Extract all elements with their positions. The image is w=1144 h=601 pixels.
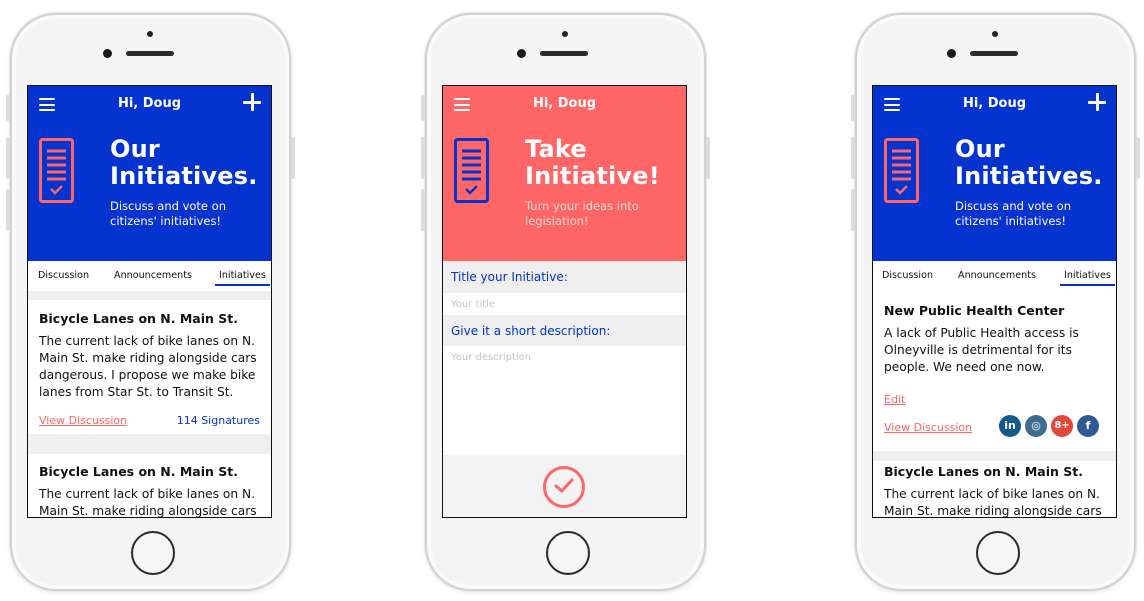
proximity-sensor (147, 31, 153, 37)
card-body: A lack of Public Health access is Olneyv… (884, 326, 1079, 374)
tab-bar: Discussion Announcements Initiatives (873, 261, 1116, 291)
card-title: Bicycle Lanes on N. Main St. (39, 311, 238, 326)
volume-up-button (851, 137, 855, 179)
card-body: The current lack of bike lanes on N. Mai… (884, 487, 1102, 518)
tab-discussion[interactable]: Discussion (38, 270, 89, 281)
add-initiative-plus-icon[interactable] (1088, 93, 1106, 111)
home-button[interactable] (976, 531, 1020, 575)
google-plus-icon[interactable]: 8+ (1051, 415, 1073, 437)
check-icon (554, 478, 574, 493)
proximity-sensor (992, 31, 998, 37)
signature-count: 114 Signatures (176, 414, 260, 427)
greeting: Hi, Doug (962, 96, 1027, 111)
proximity-sensor (562, 31, 568, 37)
tab-bar: Discussion Announcements Initiatives (28, 261, 271, 291)
form-footer (443, 455, 686, 517)
document-icon (454, 138, 489, 203)
speaker-grille (540, 51, 588, 56)
mute-switch (421, 95, 425, 121)
description-input[interactable]: Your description (443, 346, 686, 457)
greeting: Hi, Doug (532, 96, 597, 111)
home-button[interactable] (546, 531, 590, 575)
card-title: Bicycle Lanes on N. Main St. (39, 464, 238, 479)
volume-down-button (421, 189, 425, 231)
edit-link[interactable]: Edit (884, 393, 905, 406)
tab-initiatives[interactable]: Initiatives (1060, 270, 1115, 286)
app-screen-initiatives: Hi, Doug Our Initiatives. Discuss and vo… (27, 85, 272, 518)
title-label: Title your Initiative: (443, 261, 686, 293)
power-button (706, 137, 710, 179)
tab-announcements[interactable]: Announcements (958, 270, 1036, 281)
linkedin-icon[interactable]: in (999, 415, 1021, 437)
view-discussion-link[interactable]: View Discussion (884, 421, 972, 434)
header: Hi, Doug Take Initiative! Turn your idea… (443, 86, 686, 261)
add-initiative-plus-icon[interactable] (243, 93, 261, 111)
instagram-icon[interactable]: ◎ (1025, 415, 1047, 437)
tab-announcements[interactable]: Announcements (114, 270, 192, 281)
volume-down-button (6, 189, 10, 231)
card-body: The current lack of bike lanes on N. Mai… (39, 334, 257, 399)
initiative-card[interactable]: Bicycle Lanes on N. Main St. The current… (28, 300, 271, 434)
facebook-icon[interactable]: f (1077, 415, 1099, 437)
document-icon (39, 138, 74, 203)
hero-subtitle: Discuss and vote on citizens' initiative… (110, 199, 226, 228)
initiative-card[interactable]: Bicycle Lanes on N. Main St. The current… (28, 454, 271, 518)
card-title: New Public Health Center (884, 303, 1065, 318)
card-title: Bicycle Lanes on N. Main St. (884, 464, 1083, 479)
submit-check-button[interactable] (543, 466, 585, 508)
hero-subtitle: Discuss and vote on citizens' initiative… (955, 199, 1071, 228)
volume-down-button (851, 189, 855, 231)
divider (873, 451, 1116, 461)
power-button (291, 137, 295, 179)
tab-discussion[interactable]: Discussion (882, 270, 933, 281)
phone-mockup-1: Hi, Doug Our Initiatives. Discuss and vo… (6, 13, 295, 591)
hero-title: Our Initiatives. (110, 135, 258, 190)
speaker-grille (970, 51, 1018, 56)
hero-title: Take Initiative! (525, 135, 660, 190)
hero-title: Our Initiatives. (955, 135, 1103, 190)
volume-up-button (421, 137, 425, 179)
initiative-card[interactable]: New Public Health Center A lack of Publi… (873, 291, 1116, 451)
mute-switch (6, 95, 10, 121)
app-screen-initiatives-detail: Hi, Doug Our Initiatives. Discuss and vo… (872, 85, 1117, 518)
view-discussion-link[interactable]: View Discussion (39, 414, 127, 427)
front-camera-icon (947, 49, 956, 58)
mute-switch (851, 95, 855, 121)
power-button (1136, 137, 1140, 179)
front-camera-icon (517, 49, 526, 58)
front-camera-icon (103, 49, 112, 58)
initiative-card[interactable]: Bicycle Lanes on N. Main St. The current… (873, 461, 1116, 518)
tab-initiatives[interactable]: Initiatives (215, 270, 270, 286)
volume-up-button (6, 137, 10, 179)
divider (28, 291, 271, 300)
title-input[interactable]: Your title (443, 293, 686, 315)
description-label: Give it a short description: (443, 315, 686, 346)
home-button[interactable] (131, 531, 175, 575)
greeting: Hi, Doug (117, 96, 182, 111)
document-icon (884, 138, 919, 203)
header: Hi, Doug Our Initiatives. Discuss and vo… (28, 86, 271, 261)
phone-mockup-3: Hi, Doug Our Initiatives. Discuss and vo… (851, 13, 1140, 591)
app-screen-take-initiative: Hi, Doug Take Initiative! Turn your idea… (442, 85, 687, 518)
speaker-grille (126, 51, 174, 56)
phone-mockup-2: Hi, Doug Take Initiative! Turn your idea… (421, 13, 710, 591)
divider (28, 434, 271, 454)
header: Hi, Doug Our Initiatives. Discuss and vo… (873, 86, 1116, 261)
hero-subtitle: Turn your ideas into legislation! (525, 199, 639, 228)
card-body: The current lack of bike lanes on N. Mai… (39, 487, 257, 518)
